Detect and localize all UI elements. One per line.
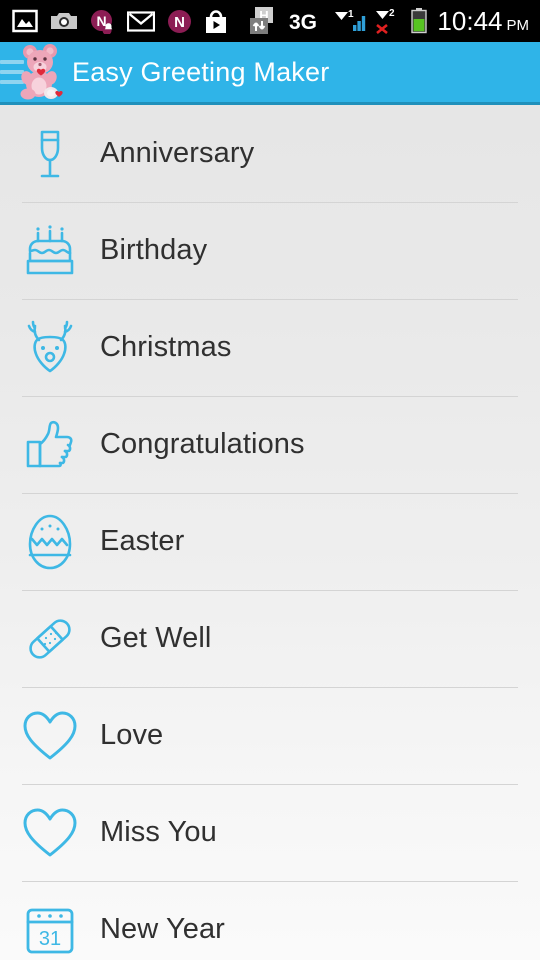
clock-ampm: PM (506, 17, 530, 34)
hsdpa-data-transfer-icon: H (250, 7, 280, 35)
list-item-get-well[interactable]: Get Well (0, 590, 540, 687)
list-item-label: Birthday (100, 234, 208, 266)
thumbs-up-icon (0, 418, 100, 472)
play-store-icon (204, 9, 228, 34)
svg-text:1: 1 (348, 9, 354, 20)
svg-text:31: 31 (39, 928, 61, 950)
network-3g-icon: 3G (289, 10, 325, 32)
list-item-miss-you[interactable]: Miss You (0, 784, 540, 881)
list-item-label: Get Well (100, 622, 212, 654)
heart-icon (0, 711, 100, 761)
list-item-anniversary[interactable]: Anniversary (0, 105, 540, 202)
teddy-bear-logo (14, 43, 68, 101)
svg-text:3G: 3G (289, 11, 317, 32)
svg-text:N: N (174, 14, 185, 31)
reindeer-head-icon (0, 320, 100, 376)
list-item-christmas[interactable]: Christmas (0, 299, 540, 396)
greeting-category-list[interactable]: Anniversary Birthday Christmas Congratul… (0, 105, 540, 960)
list-item-label: Anniversary (100, 137, 255, 169)
list-item-label: Congratulations (100, 428, 305, 460)
svg-text:2: 2 (389, 8, 395, 19)
bandage-icon (0, 611, 100, 667)
birthday-cake-icon (0, 223, 100, 279)
action-bar: Easy Greeting Maker (0, 42, 540, 105)
list-item-congratulations[interactable]: Congratulations (0, 396, 540, 493)
list-item-label: New Year (100, 913, 225, 945)
champagne-glass-icon (0, 126, 100, 182)
signal-nosignal-sim2-icon: 2 (375, 8, 401, 34)
list-item-love[interactable]: Love (0, 687, 540, 784)
list-item-label: Love (100, 719, 164, 751)
naver-icon: N (167, 9, 192, 34)
list-item-label: Christmas (100, 331, 232, 363)
calendar-31-icon: 31 (0, 904, 100, 956)
status-bar-clock: 10:44 PM (437, 8, 529, 34)
list-item-new-year[interactable]: 31 New Year (0, 881, 540, 960)
battery-icon (410, 8, 428, 34)
app-screen: N N H 3G 1 2 10:44 PM Easy Greeting Make… (0, 0, 540, 960)
gmail-icon (127, 10, 155, 32)
clock-time: 10:44 (437, 6, 503, 36)
list-item-birthday[interactable]: Birthday (0, 202, 540, 299)
naver-notification-icon: N (90, 9, 115, 34)
list-item-easter[interactable]: Easter (0, 493, 540, 590)
list-item-label: Miss You (100, 816, 217, 848)
list-item-label: Easter (100, 525, 185, 557)
signal-bars-sim1-icon: 1 (334, 8, 366, 34)
camera-icon (50, 10, 78, 32)
page-title: Easy Greeting Maker (72, 56, 330, 87)
status-bar-system-icons: H 3G 1 2 10:44 PM (250, 7, 540, 35)
heart-icon (0, 808, 100, 858)
easter-egg-icon (0, 513, 100, 571)
status-bar-notification-icons: N N (0, 9, 250, 34)
status-bar: N N H 3G 1 2 10:44 PM (0, 0, 540, 42)
gallery-image-icon (12, 9, 38, 33)
